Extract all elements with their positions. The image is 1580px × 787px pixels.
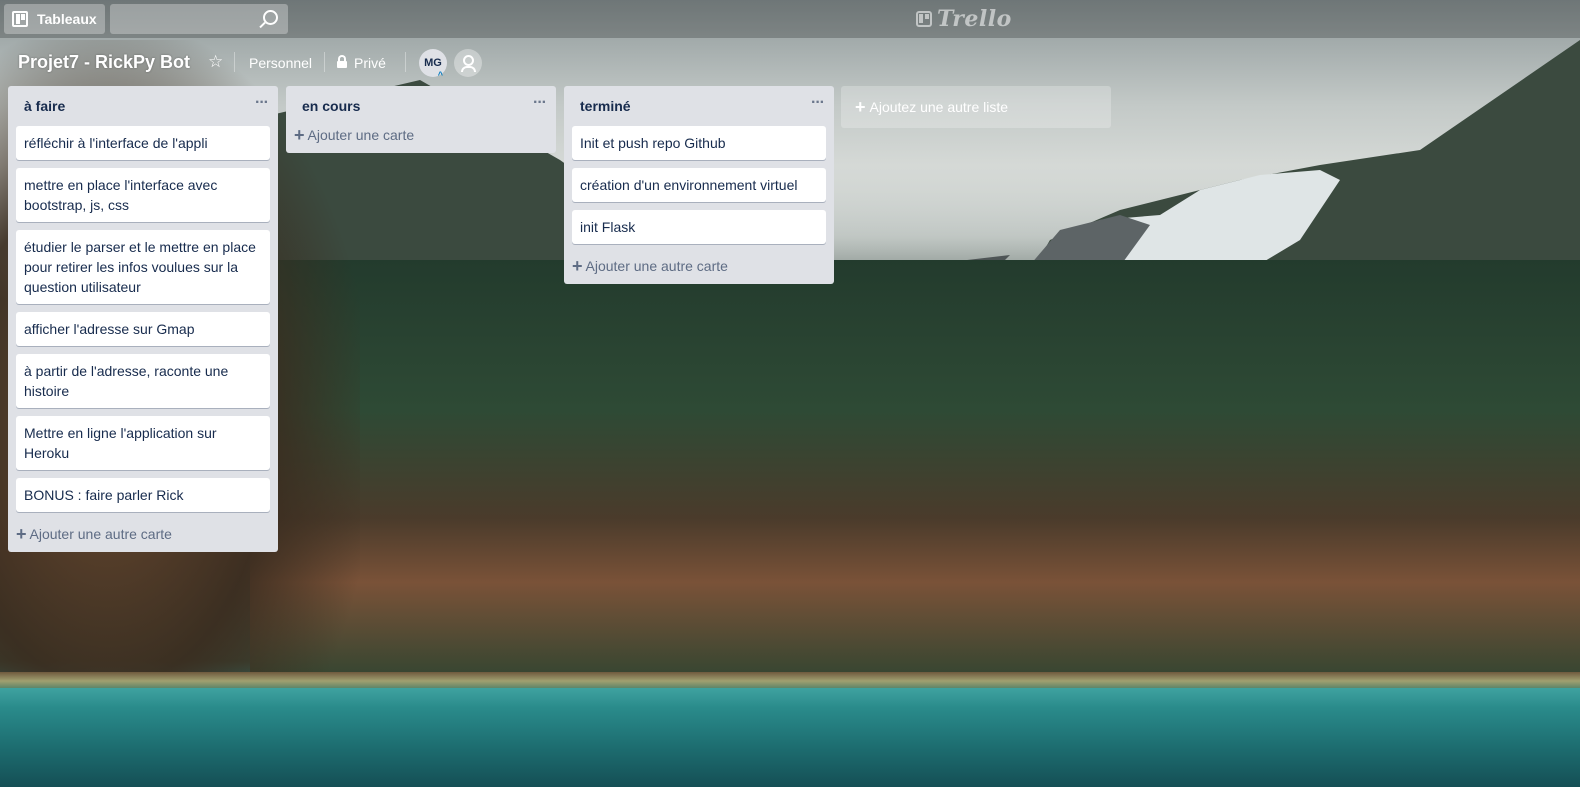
list-menu-icon[interactable]: ··· — [533, 94, 548, 112]
trello-logo-text: Trello — [937, 6, 1012, 32]
plus-icon: + — [16, 524, 27, 544]
card[interactable]: réfléchir à l'interface de l'appli — [16, 126, 270, 160]
boards-button-label: Tableaux — [37, 11, 97, 27]
card[interactable]: Init et push repo Github — [572, 126, 826, 160]
background-lake — [0, 688, 1580, 787]
list-header[interactable]: à faire ··· — [16, 86, 270, 126]
plus-icon: + — [294, 125, 305, 145]
header-divider — [324, 52, 325, 72]
card[interactable]: Mettre en ligne l'application sur Heroku — [16, 416, 270, 470]
lock-icon — [337, 55, 347, 68]
list-title[interactable]: à faire — [24, 98, 65, 114]
star-icon[interactable]: ☆ — [208, 52, 223, 72]
admin-chevron-icon: ^ — [437, 70, 443, 80]
list-title[interactable]: terminé — [580, 98, 631, 114]
invite-member-button[interactable] — [454, 49, 482, 77]
card[interactable]: étudier le parser et le mettre en place … — [16, 230, 270, 304]
add-member-icon — [460, 54, 476, 72]
list-termine: terminé ··· Init et push repo Github cré… — [564, 86, 834, 284]
add-list-label: Ajoutez une autre liste — [869, 99, 1009, 115]
boards-button[interactable]: Tableaux — [4, 4, 105, 34]
board-title[interactable]: Projet7 - RickPy Bot — [18, 52, 190, 73]
list-title[interactable]: en cours — [302, 98, 360, 114]
header-divider — [234, 52, 235, 72]
add-card-button[interactable]: + Ajouter une autre carte — [16, 520, 270, 544]
avatar-initials: MG — [424, 57, 442, 69]
card[interactable]: mettre en place l'interface avec bootstr… — [16, 168, 270, 222]
card[interactable]: à partir de l'adresse, raconte une histo… — [16, 354, 270, 408]
trello-logo-icon — [916, 11, 932, 27]
add-card-label: Ajouter une carte — [307, 127, 415, 143]
visibility-button[interactable]: Privé — [337, 55, 386, 71]
member-avatar[interactable]: MG ^ — [419, 49, 447, 80]
search-input[interactable] — [110, 4, 288, 34]
list-a-faire: à faire ··· réfléchir à l'interface de l… — [8, 86, 278, 552]
add-card-label: Ajouter une autre carte — [29, 526, 172, 542]
add-card-button[interactable]: + Ajouter une autre carte — [572, 252, 826, 276]
background-shore — [0, 672, 1580, 690]
list-header[interactable]: terminé ··· — [572, 86, 826, 126]
team-button[interactable]: Personnel — [249, 55, 312, 71]
top-bar: Tableaux Trello — [0, 0, 1580, 38]
card[interactable]: afficher l'adresse sur Gmap — [16, 312, 270, 346]
trello-logo[interactable]: Trello — [916, 6, 1012, 32]
plus-icon: + — [855, 96, 866, 117]
plus-icon: + — [572, 256, 583, 276]
list-en-cours: en cours ··· + Ajouter une carte — [286, 86, 556, 153]
visibility-label: Privé — [354, 55, 386, 71]
list-header[interactable]: en cours ··· — [294, 86, 548, 126]
add-list-button[interactable]: + Ajoutez une autre liste — [841, 86, 1111, 128]
list-menu-icon[interactable]: ··· — [811, 94, 826, 112]
add-card-label: Ajouter une autre carte — [585, 258, 728, 274]
card[interactable]: init Flask — [572, 210, 826, 244]
list-menu-icon[interactable]: ··· — [255, 94, 270, 112]
header-divider — [405, 52, 406, 72]
card[interactable]: création d'un environnement virtuel — [572, 168, 826, 202]
boards-icon — [12, 11, 28, 27]
add-card-button[interactable]: + Ajouter une carte — [294, 126, 548, 145]
background-forest — [250, 260, 1580, 690]
card[interactable]: BONUS : faire parler Rick — [16, 478, 270, 512]
search-icon[interactable] — [263, 10, 278, 25]
